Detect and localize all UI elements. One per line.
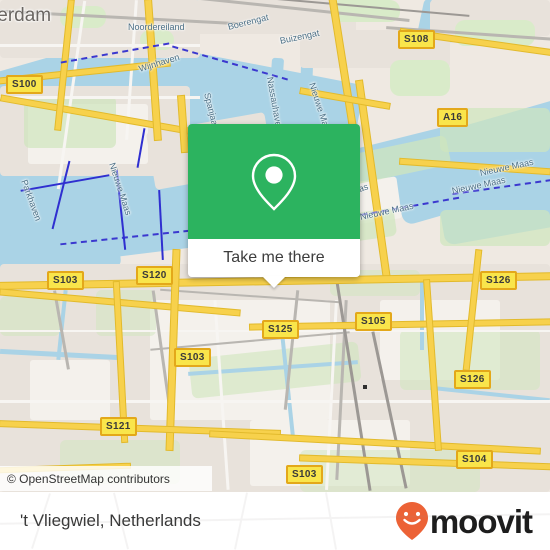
- take-me-there-button[interactable]: Take me there: [188, 239, 360, 288]
- road-shield: S103: [47, 271, 84, 290]
- take-me-there-label: Take me there: [223, 249, 325, 266]
- location-pin-icon: [251, 153, 297, 211]
- popup-pin-area: [188, 124, 360, 239]
- place-name: 't Vliegwiel, Netherlands: [20, 511, 201, 530]
- road-shield: S121: [100, 417, 137, 436]
- map-label: Noordereiland: [128, 22, 185, 32]
- road-shield: S108: [398, 30, 435, 49]
- road-shield: S105: [355, 312, 392, 331]
- road-shield: S126: [480, 271, 517, 290]
- road-shield: S104: [456, 450, 493, 469]
- map-attribution[interactable]: © OpenStreetMap contributors: [0, 466, 212, 491]
- road-shield: S103: [286, 465, 323, 484]
- map-screen: terdam BoerengatBuizengatNoordereilandWi…: [0, 0, 550, 550]
- road-shield: S126: [454, 370, 491, 389]
- attribution-text: © OpenStreetMap contributors: [7, 471, 170, 486]
- city-label: terdam: [0, 5, 52, 26]
- moovit-wordmark: moovit: [429, 502, 533, 540]
- location-popup-card[interactable]: Take me there: [188, 124, 360, 288]
- road-shield: S125: [262, 320, 299, 339]
- poi-marker: [363, 385, 367, 389]
- popup-tail: [262, 276, 286, 288]
- footer-bar: 't Vliegwiel, Netherlands moovit: [0, 492, 550, 550]
- road-shield: A16: [437, 108, 469, 127]
- road-shield: S120: [136, 266, 173, 285]
- road-shield: S100: [6, 75, 43, 94]
- moovit-logo[interactable]: moovit: [395, 501, 550, 541]
- road-shield: S103: [174, 348, 211, 367]
- moovit-pin-icon: [395, 502, 428, 540]
